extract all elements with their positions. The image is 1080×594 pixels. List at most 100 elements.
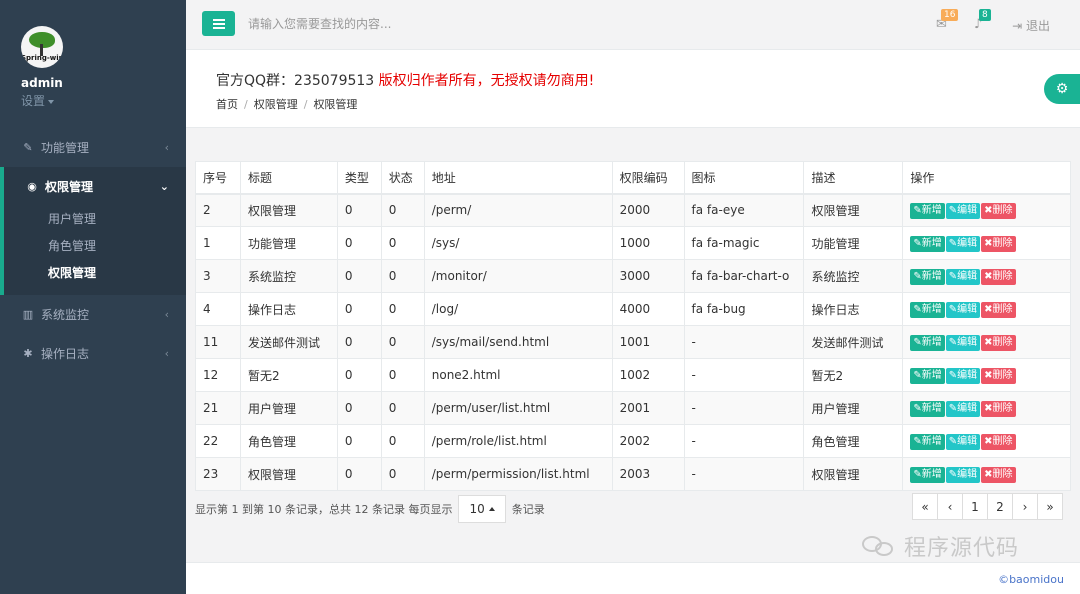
column-header: 类型	[336, 161, 382, 195]
caret-down-icon	[48, 99, 55, 104]
table-cell: 操作日志	[239, 292, 338, 326]
edit-button[interactable]: ✎编辑	[945, 466, 981, 483]
delete-button[interactable]: ✖删除	[981, 433, 1016, 450]
table-cell: 系统监控	[803, 259, 904, 293]
table-cell: 操作日志	[803, 292, 904, 326]
table-cell: 0	[336, 358, 382, 392]
add-button[interactable]: ✎新增	[910, 433, 945, 450]
edit-button[interactable]: ✎编辑	[945, 334, 981, 351]
sub-item-permissions[interactable]: 权限管理	[4, 260, 186, 287]
breadcrumb-current: 权限管理	[313, 98, 358, 111]
table-cell: 暂无2	[803, 358, 904, 392]
edit-button[interactable]: ✎编辑	[945, 433, 981, 450]
gear-icon: ⚙	[1055, 81, 1069, 97]
column-header: 序号	[195, 161, 241, 195]
menu-toggle-button[interactable]	[202, 11, 235, 36]
add-button[interactable]: ✎新增	[910, 466, 945, 483]
settings-gear-button[interactable]: ⚙	[1044, 74, 1080, 104]
table-cell: 1000	[611, 226, 685, 260]
table-cell: 0	[336, 391, 382, 425]
table-cell: 0	[380, 358, 425, 392]
table-row: 12 暂无2 0 0 none2.html 1002- 暂无2 ✎新增 ✎编辑 ✖删除	[195, 358, 1071, 392]
add-button[interactable]: ✎新增	[910, 301, 945, 318]
add-button[interactable]: ✎新增	[910, 400, 945, 417]
footer: ©baomidou	[186, 562, 1080, 594]
mail-count-badge: 16	[941, 9, 959, 21]
sidebar: Spring-wind admin 设置 ✎ 功能管理 ‹ ◉ 权限管理 ⌄ 用…	[0, 0, 186, 594]
actions-cell: ✎新增 ✎编辑 ✖删除	[902, 457, 1071, 491]
table-cell: /sys/	[423, 226, 613, 260]
table-cell: /perm/role/list.html	[423, 424, 613, 458]
edit-button[interactable]: ✎编辑	[945, 268, 981, 285]
table-cell: /log/	[423, 292, 613, 326]
nav-item-log[interactable]: ✱ 操作日志 ‹	[0, 334, 186, 373]
add-button[interactable]: ✎新增	[910, 334, 945, 351]
table-cell: none2.html	[423, 358, 613, 392]
notification-button[interactable]: ♪ 8	[974, 9, 991, 32]
edit-button[interactable]: ✎编辑	[945, 400, 981, 417]
delete-button[interactable]: ✖删除	[981, 202, 1016, 219]
add-button[interactable]: ✎新增	[910, 235, 945, 252]
edit-button[interactable]: ✎编辑	[945, 202, 981, 219]
copyright-notice: 版权归作者所有，无授权请勿商用!	[378, 73, 595, 89]
delete-button[interactable]: ✖删除	[981, 466, 1016, 483]
actions-cell: ✎新增 ✎编辑 ✖删除	[902, 424, 1071, 458]
delete-button[interactable]: ✖删除	[981, 301, 1016, 318]
page-last-button[interactable]: »	[1037, 493, 1063, 520]
settings-dropdown[interactable]: 设置	[21, 92, 186, 109]
actions-cell: ✎新增 ✎编辑 ✖删除	[902, 193, 1071, 227]
nav-item-function[interactable]: ✎ 功能管理 ‹	[0, 128, 186, 167]
breadcrumb-home[interactable]: 首页	[216, 98, 238, 111]
delete-button[interactable]: ✖删除	[981, 334, 1016, 351]
table-cell: 0	[380, 259, 425, 293]
chevron-left-icon: ‹	[164, 308, 169, 321]
edit-button[interactable]: ✎编辑	[945, 367, 981, 384]
add-button[interactable]: ✎新增	[910, 268, 945, 285]
table-cell: 3000	[611, 259, 685, 293]
delete-button[interactable]: ✖删除	[981, 400, 1016, 417]
page-size-select[interactable]: 10	[458, 495, 506, 523]
page-prev-button[interactable]: ‹	[937, 493, 963, 520]
delete-button[interactable]: ✖删除	[981, 235, 1016, 252]
breadcrumb: 首页 / 权限管理 / 权限管理	[216, 98, 358, 111]
search-input[interactable]	[248, 13, 648, 35]
table-row: 11 发送邮件测试 0 0/sys/mail/send.html 1001- 发送邮件测试…	[195, 325, 1071, 359]
column-header: 标题	[239, 161, 338, 195]
table-cell: /sys/mail/send.html	[423, 325, 613, 359]
table-cell: 用户管理	[803, 391, 904, 425]
table-cell: 功能管理	[239, 226, 338, 260]
edit-button[interactable]: ✎编辑	[945, 301, 981, 318]
table-cell: 0	[380, 193, 425, 227]
top-navbar: ✉ 16 ♪ 8 ⇥ 退出	[186, 0, 1080, 50]
delete-button[interactable]: ✖删除	[981, 268, 1016, 285]
edit-button[interactable]: ✎编辑	[945, 235, 981, 252]
table-cell: 权限管理	[239, 457, 338, 491]
sub-item-users[interactable]: 用户管理	[4, 206, 186, 233]
breadcrumb-permission[interactable]: 权限管理	[254, 98, 298, 111]
avatar[interactable]: Spring-wind	[21, 26, 63, 68]
add-button[interactable]: ✎新增	[910, 367, 945, 384]
table-cell: 4	[195, 292, 241, 326]
sign-out-icon: ⇥	[1012, 19, 1023, 33]
username: admin	[21, 76, 63, 90]
table-row: 3 系统监控 0 0/monitor/3000 fa fa-bar-chart-o 系统监…	[195, 259, 1071, 293]
page-next-button[interactable]: ›	[1012, 493, 1038, 520]
actions-cell: ✎新增 ✎编辑 ✖删除	[902, 259, 1071, 293]
table-row: 4 操作日志 0 0/log/4000 fa fa-bug 操作日志 ✎新增 ✎编辑 ✖删除	[195, 292, 1071, 326]
nav-item-permission[interactable]: ◉ 权限管理 ⌄	[4, 167, 186, 206]
add-button[interactable]: ✎新增	[910, 202, 945, 219]
table-cell: 角色管理	[803, 424, 904, 458]
table-cell: -	[683, 358, 805, 392]
actions-cell: ✎新增 ✎编辑 ✖删除	[902, 325, 1071, 359]
page-2-button[interactable]: 2	[987, 493, 1013, 520]
sub-item-roles[interactable]: 角色管理	[4, 233, 186, 260]
logout-button[interactable]: ⇥ 退出	[1012, 17, 1050, 34]
mail-button[interactable]: ✉ 16	[936, 9, 959, 32]
page-first-button[interactable]: «	[912, 493, 938, 520]
table-cell: 0	[336, 424, 382, 458]
nav-item-monitor[interactable]: ▥ 系统监控 ‹	[0, 295, 186, 334]
page-1-button[interactable]: 1	[962, 493, 988, 520]
delete-button[interactable]: ✖删除	[981, 367, 1016, 384]
table-cell: 0	[336, 457, 382, 491]
table-cell: 0	[380, 424, 425, 458]
